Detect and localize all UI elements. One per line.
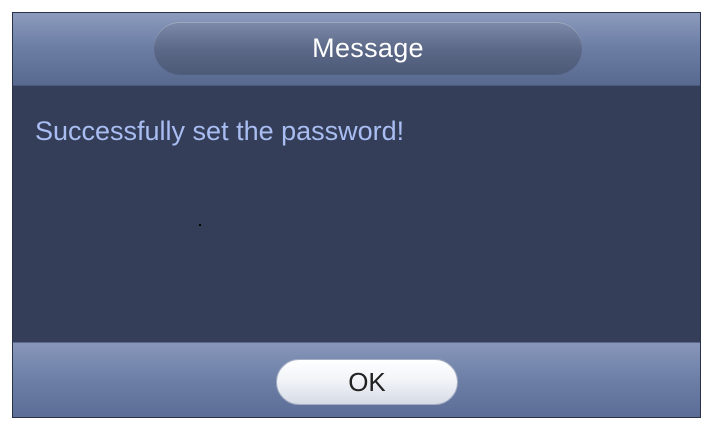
dialog-message: Successfully set the password! bbox=[35, 116, 405, 146]
dialog-footer: OK bbox=[13, 342, 700, 417]
dialog-title-pill: Message bbox=[154, 22, 582, 74]
decorative-dot bbox=[199, 224, 201, 226]
dialog-titlebar: Message bbox=[13, 13, 700, 86]
ok-button[interactable]: OK bbox=[276, 359, 458, 405]
dialog-title: Message bbox=[312, 32, 424, 63]
dialog-body: Successfully set the password! bbox=[13, 86, 700, 342]
ok-button-label: OK bbox=[348, 366, 386, 397]
message-dialog: Message Successfully set the password! O… bbox=[12, 12, 701, 418]
